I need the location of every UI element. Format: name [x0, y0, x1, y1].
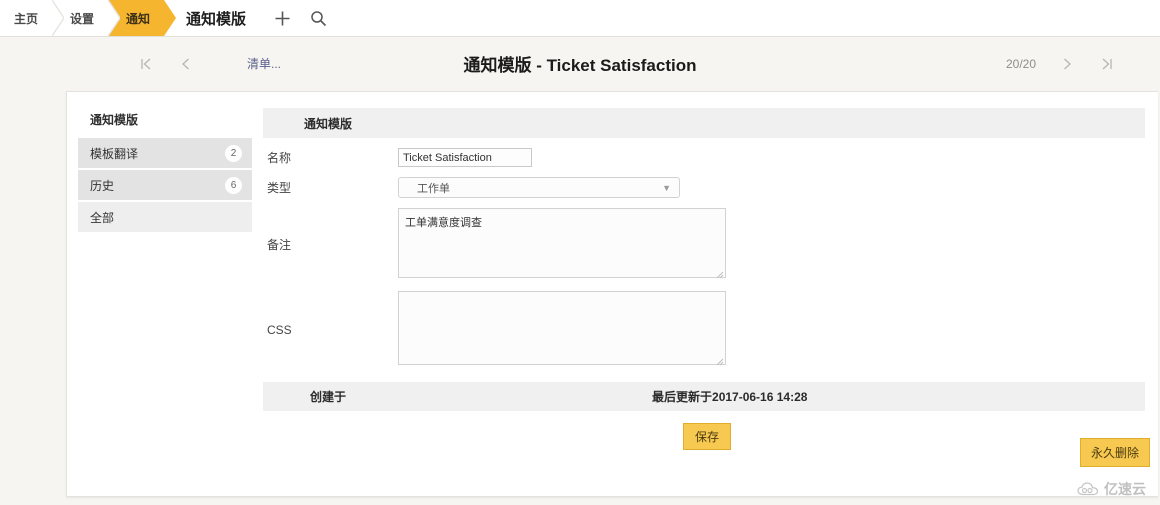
next-page-icon[interactable] [1054, 51, 1080, 77]
css-label: CSS [267, 322, 292, 337]
watermark: 亿速云 [1077, 479, 1146, 499]
type-select[interactable]: 工作单 ▼ [398, 177, 680, 198]
notes-textarea-wrapper [398, 208, 726, 281]
notes-label: 备注 [267, 238, 292, 252]
css-textarea-wrapper [398, 291, 726, 368]
status-badge: 6 [225, 176, 242, 194]
first-page-icon[interactable] [133, 51, 159, 77]
previous-page-icon[interactable] [173, 51, 199, 77]
sidebar-item-label: 历史 [90, 178, 115, 193]
top-breadcrumb-bar: 主页 设置 通知 通知模版 [0, 0, 1160, 37]
search-icon[interactable] [308, 8, 328, 28]
field-row-notes: 备注 [263, 198, 1145, 281]
css-textarea[interactable] [398, 291, 726, 365]
updated-label: 最后更新于2017-06-16 14:28 [652, 390, 808, 404]
save-button-row: 保存 [263, 423, 1145, 450]
chevron-separator-icon [52, 0, 65, 36]
record-meta-row: 创建于 最后更新于2017-06-16 14:28 [263, 382, 1145, 411]
topbar-actions [272, 8, 328, 28]
type-label: 类型 [267, 181, 292, 195]
field-row-name: 名称 [263, 138, 1145, 167]
breadcrumb: 主页 设置 通知 [0, 0, 177, 36]
name-input[interactable] [398, 148, 532, 167]
form-panel-title: 通知模版 [263, 108, 1145, 138]
chevron-separator-icon [164, 0, 177, 36]
page-title: 通知模版 [186, 10, 247, 28]
breadcrumb-label: 通知 [126, 11, 151, 26]
field-row-type: 类型 工作单 ▼ [263, 167, 1145, 198]
permanent-delete-button[interactable]: 永久删除 [1079, 438, 1150, 467]
notes-textarea[interactable] [398, 208, 726, 278]
delete-button-row: 永久删除 [1079, 438, 1150, 467]
plus-icon[interactable] [272, 8, 292, 28]
status-badge: 2 [225, 144, 242, 162]
breadcrumb-label: 设置 [70, 11, 95, 26]
breadcrumb-item-home[interactable]: 主页 [0, 0, 65, 36]
chevron-down-icon: ▼ [662, 182, 671, 193]
sidebar-item-label: 全部 [90, 210, 115, 225]
sidebar-item-label: 模板翻译 [90, 146, 139, 161]
chevron-separator-icon [108, 0, 121, 36]
pager-count: 20/20 [1005, 56, 1036, 71]
watermark-text: 亿速云 [1104, 481, 1146, 497]
sidebar-item-template-translation[interactable]: 模板翻译 2 [78, 138, 252, 168]
sidebar: 通知模版 模板翻译 2 历史 6 全部 [78, 105, 252, 234]
last-page-icon[interactable] [1094, 51, 1120, 77]
sidebar-heading: 通知模版 [90, 113, 139, 127]
name-label: 名称 [267, 151, 292, 165]
sidebar-item-all[interactable]: 全部 [78, 202, 252, 232]
created-label: 创建于 [310, 390, 347, 404]
save-button[interactable]: 保存 [683, 423, 732, 450]
sidebar-item-history[interactable]: 历史 6 [78, 170, 252, 200]
notification-template-form: 通知模版 名称 类型 工作单 ▼ 备注 CSS [263, 108, 1145, 450]
type-select-value: 工作单 [417, 182, 450, 195]
record-navigation-bar: 清单... 通知模版 - Ticket Satisfaction 20/20 [0, 36, 1160, 91]
content-panel: 通知模版 模板翻译 2 历史 6 全部 通知模版 名称 类型 工作单 ▼ 备注 [66, 91, 1158, 497]
list-link[interactable]: 清单... [247, 55, 281, 72]
cloud-icon [1077, 481, 1099, 495]
field-row-css: CSS [263, 281, 1145, 368]
breadcrumb-label: 主页 [14, 11, 39, 26]
